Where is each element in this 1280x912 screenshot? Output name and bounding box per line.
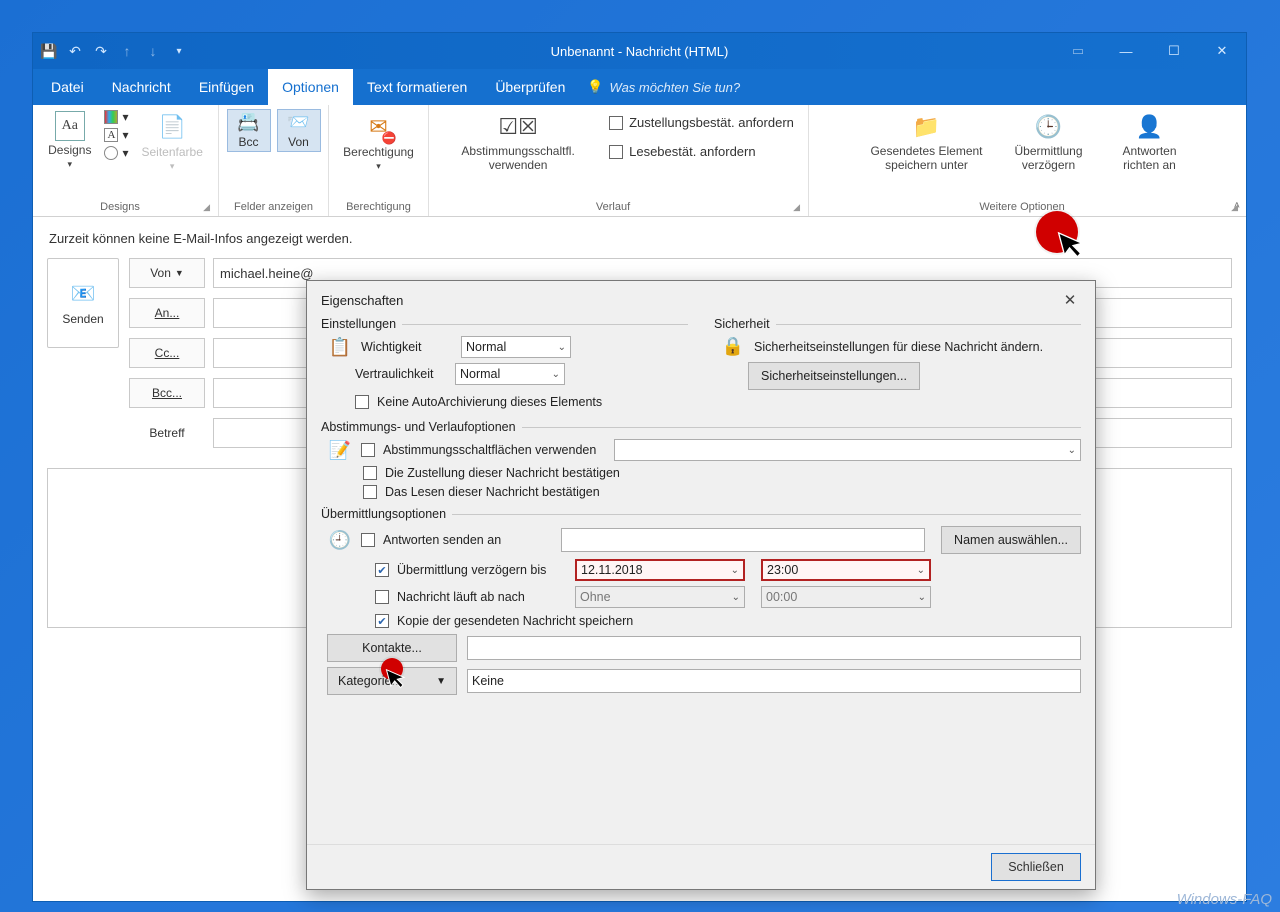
themes-icon: Aa [55, 111, 85, 141]
berechtigung-button[interactable]: ✉⛔ Berechtigung ▾ [339, 109, 418, 174]
group-verlauf: ☑☒ Abstimmungsschaltfl. verwenden Zustel… [429, 105, 809, 216]
antworten-richten-an-button[interactable]: 👤 Antworten richten an [1105, 109, 1195, 175]
sensitivity-label: Vertraulichkeit [355, 367, 447, 381]
window-controls: ▭ — ☐ ✕ [1054, 33, 1246, 69]
lesebestaet-checkbox[interactable]: Lesebestät. anfordern [609, 144, 794, 159]
expires-checkbox[interactable] [375, 590, 389, 604]
dialog-close-button[interactable]: ✕ [1059, 291, 1081, 309]
dialog-title: Eigenschaften [321, 293, 403, 308]
quick-access-toolbar: 💾 ↶ ↷ ↑ ↓ ▾ [33, 41, 189, 61]
delivery-receipt-checkbox[interactable] [363, 466, 377, 480]
theme-effects[interactable]: ▾ [101, 145, 131, 161]
prev-item-icon[interactable]: ↑ [117, 41, 137, 61]
expires-time-combo[interactable]: 00:00⌄ [761, 586, 931, 608]
send-icon: 📧 [71, 281, 96, 306]
eigenschaften-dialog: Eigenschaften ✕ Einstellungen 📋 Wichtigk… [306, 280, 1096, 890]
sensitivity-combo[interactable]: Normal⌄ [455, 363, 565, 385]
kategorien-input[interactable]: Keine [467, 669, 1081, 693]
designs-button[interactable]: Aa Designs ▾ [44, 109, 95, 172]
security-legend: Sicherheit [714, 317, 770, 331]
collapse-ribbon-icon[interactable]: ˄ [1234, 200, 1240, 212]
direct-replies-icon: 👤 [1134, 111, 1166, 143]
tell-me-text: Was möchten Sie tun? [610, 80, 741, 95]
von-button[interactable]: Von▼ [129, 258, 205, 288]
group-weitere-optionen: 📁 Gesendetes Element speichern unter 🕒 Ü… [809, 105, 1246, 216]
no-autoarchive-checkbox[interactable] [355, 395, 369, 409]
redo-icon[interactable]: ↷ [91, 41, 111, 61]
group-berechtigung: ✉⛔ Berechtigung ▾ Berechtigung [329, 105, 429, 216]
theme-mini-controls: ▾ A▾ ▾ [101, 109, 131, 161]
tab-einfuegen[interactable]: Einfügen [185, 69, 268, 105]
delivery-legend: Übermittlungsoptionen [321, 507, 446, 521]
tab-datei[interactable]: Datei [37, 69, 98, 105]
kontakte-input[interactable] [467, 636, 1081, 660]
schliessen-button[interactable]: Schließen [991, 853, 1081, 881]
next-item-icon[interactable]: ↓ [143, 41, 163, 61]
use-voting-checkbox[interactable] [361, 443, 375, 457]
settings-legend: Einstellungen [321, 317, 396, 331]
delay-delivery-icon: 🕒 [1033, 111, 1065, 143]
an-button[interactable]: An... [129, 298, 205, 328]
cc-button[interactable]: Cc... [129, 338, 205, 368]
window-maximize-button[interactable]: ☐ [1150, 33, 1198, 69]
dialog-titlebar: Eigenschaften ✕ [307, 281, 1095, 317]
ribbon-optionen: Aa Designs ▾ ▾ A▾ ▾ 📄 Seitenfarbe ▾ Desi… [33, 105, 1246, 217]
delivery-group-icon: 🕘 [327, 530, 353, 551]
group-felder-anzeigen: 📇 Bcc 📨 Von Felder anzeigen [219, 105, 329, 216]
voting-legend: Abstimmungs- und Verlaufoptionen [321, 420, 516, 434]
uebermittlung-verzoegern-button[interactable]: 🕒 Übermittlung verzögern [999, 109, 1099, 175]
tab-nachricht[interactable]: Nachricht [98, 69, 185, 105]
toggle-von-button[interactable]: 📨 Von [277, 109, 321, 152]
save-icon[interactable]: 💾 [39, 41, 59, 61]
voting-group-icon: 📝 [327, 440, 353, 461]
tab-text-formatieren[interactable]: Text formatieren [353, 69, 481, 105]
theme-fonts[interactable]: A▾ [101, 127, 131, 143]
read-receipt-checkbox[interactable] [363, 485, 377, 499]
voting-combo[interactable]: ⌄ [614, 439, 1081, 461]
delay-date-combo[interactable]: 12.11.2018⌄ [575, 559, 745, 581]
voting-icon: ☑☒ [502, 111, 534, 143]
verlauf-launcher-icon[interactable]: ◢ [791, 202, 802, 216]
reply-to-checkbox[interactable] [361, 533, 375, 547]
save-copy-checkbox[interactable] [375, 614, 389, 628]
delay-delivery-checkbox[interactable] [375, 563, 389, 577]
security-settings-button[interactable]: Sicherheitseinstellungen... [748, 362, 920, 390]
security-icon: 🔒 [720, 336, 746, 357]
abstimmungsschaltfl-button[interactable]: ☑☒ Abstimmungsschaltfl. verwenden [443, 109, 593, 175]
bcc-button[interactable]: Bcc... [129, 378, 205, 408]
tab-ueberpruefen[interactable]: Überprüfen [481, 69, 579, 105]
window-close-button[interactable]: ✕ [1198, 33, 1246, 69]
bcc-icon: 📇 [237, 112, 259, 133]
ribbon-tab-strip: Datei Nachricht Einfügen Optionen Text f… [33, 69, 1246, 105]
settings-icon: 📋 [327, 337, 353, 358]
undo-icon[interactable]: ↶ [65, 41, 85, 61]
group-designs: Aa Designs ▾ ▾ A▾ ▾ 📄 Seitenfarbe ▾ Desi… [33, 105, 219, 216]
window-minimize-button[interactable]: — [1102, 33, 1150, 69]
senden-button[interactable]: 📧 Senden [47, 258, 119, 348]
select-names-button[interactable]: Namen auswählen... [941, 526, 1081, 554]
lightbulb-icon: 💡 [587, 79, 603, 95]
page-color-icon: 📄 [156, 111, 188, 143]
delay-time-combo[interactable]: 23:00⌄ [761, 559, 931, 581]
toggle-bcc-button[interactable]: 📇 Bcc [227, 109, 271, 152]
importance-label: Wichtigkeit [361, 340, 453, 354]
theme-colors[interactable]: ▾ [101, 109, 131, 125]
permission-icon: ✉⛔ [363, 111, 395, 143]
tell-me[interactable]: 💡 Was möchten Sie tun? [579, 69, 740, 105]
designs-launcher-icon[interactable]: ◢ [201, 202, 212, 216]
save-sent-icon: 📁 [911, 111, 943, 143]
window-collapse-button[interactable]: ▭ [1054, 33, 1102, 69]
gesendet-speichern-button[interactable]: 📁 Gesendetes Element speichern unter [861, 109, 993, 175]
importance-combo[interactable]: Normal⌄ [461, 336, 571, 358]
customize-qat-icon[interactable]: ▾ [169, 41, 189, 61]
betreff-label: Betreff [129, 426, 205, 440]
titlebar: 💾 ↶ ↷ ↑ ↓ ▾ Unbenannt - Nachricht (HTML)… [33, 33, 1246, 69]
tab-optionen[interactable]: Optionen [268, 69, 353, 105]
reply-to-input[interactable] [561, 528, 925, 552]
from-icon: 📨 [287, 112, 309, 133]
expires-date-combo[interactable]: Ohne⌄ [575, 586, 745, 608]
zustellungsbestaet-checkbox[interactable]: Zustellungsbestät. anfordern [609, 115, 794, 130]
seitenfarbe-button: 📄 Seitenfarbe ▾ [138, 109, 207, 174]
